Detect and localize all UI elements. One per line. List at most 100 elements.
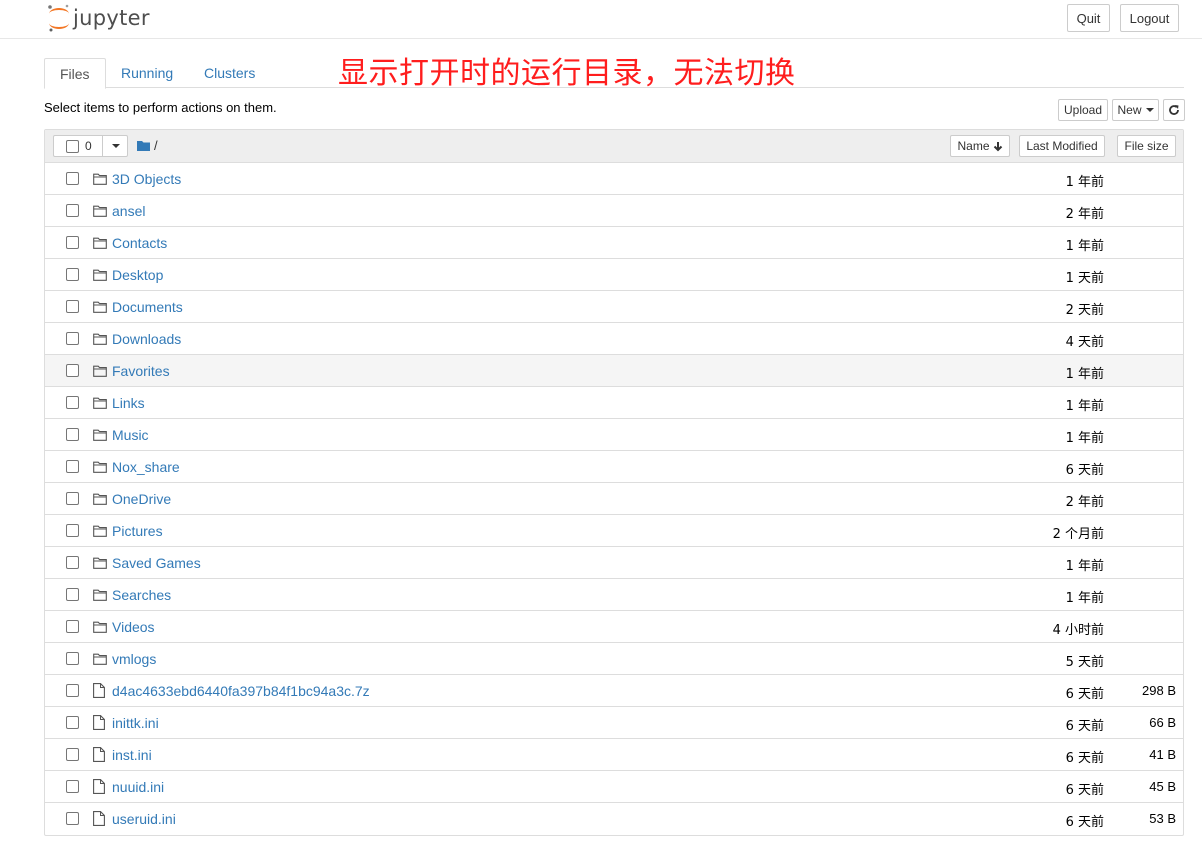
list-item[interactable]: d4ac4633ebd6440fa397b84f1bc94a3c.7z 6 天前… xyxy=(45,675,1183,707)
item-checkbox[interactable] xyxy=(66,812,79,825)
item-checkbox[interactable] xyxy=(66,204,79,217)
item-name-link[interactable]: Pictures xyxy=(112,523,163,539)
list-item[interactable]: Music 1 年前 xyxy=(45,419,1183,451)
chevron-down-icon xyxy=(1145,108,1154,112)
item-name-link[interactable]: Contacts xyxy=(112,235,167,251)
list-item[interactable]: 3D Objects 1 年前 xyxy=(45,163,1183,195)
select-all-group[interactable]: 0 xyxy=(53,135,128,157)
logout-button[interactable]: Logout xyxy=(1120,4,1179,32)
list-item[interactable]: useruid.ini 6 天前 53 B xyxy=(45,803,1183,835)
list-item[interactable]: Desktop 1 天前 xyxy=(45,259,1183,291)
list-item[interactable]: vmlogs 5 天前 xyxy=(45,643,1183,675)
item-name-link[interactable]: OneDrive xyxy=(112,491,171,507)
list-item[interactable]: Downloads 4 天前 xyxy=(45,323,1183,355)
list-header: 0 / Name Last Modified File size xyxy=(45,130,1183,163)
item-modified: 2 年前 xyxy=(1065,207,1104,222)
item-modified: 1 年前 xyxy=(1065,239,1104,254)
sort-by-size-button[interactable]: File size xyxy=(1117,135,1176,157)
item-checkbox[interactable] xyxy=(66,492,79,505)
item-checkbox[interactable] xyxy=(66,236,79,249)
item-checkbox[interactable] xyxy=(66,364,79,377)
file-icon xyxy=(93,683,107,699)
item-modified: 1 天前 xyxy=(1065,271,1104,286)
sort-name-label: Name xyxy=(957,139,990,153)
item-name-link[interactable]: Favorites xyxy=(112,363,170,379)
item-modified: 6 天前 xyxy=(1065,687,1104,702)
item-name-link[interactable]: useruid.ini xyxy=(112,811,176,827)
item-checkbox[interactable] xyxy=(66,780,79,793)
item-size: 53 B xyxy=(1149,811,1176,826)
quit-button[interactable]: Quit xyxy=(1067,4,1110,32)
item-checkbox[interactable] xyxy=(66,396,79,409)
upload-button[interactable]: Upload xyxy=(1058,99,1108,121)
list-item[interactable]: Documents 2 天前 xyxy=(45,291,1183,323)
item-name-link[interactable]: Downloads xyxy=(112,331,181,347)
item-checkbox[interactable] xyxy=(66,620,79,633)
list-item[interactable]: nuuid.ini 6 天前 45 B xyxy=(45,771,1183,803)
item-size: 45 B xyxy=(1149,779,1176,794)
tab-files[interactable]: Files xyxy=(44,58,106,89)
jupyter-logo[interactable]: jupyter xyxy=(46,3,150,33)
item-name-link[interactable]: Music xyxy=(112,427,149,443)
item-name-link[interactable]: Documents xyxy=(112,299,183,315)
item-checkbox[interactable] xyxy=(66,172,79,185)
item-checkbox[interactable] xyxy=(66,524,79,537)
list-item[interactable]: Pictures 2 个月前 xyxy=(45,515,1183,547)
list-item[interactable]: Nox_share 6 天前 xyxy=(45,451,1183,483)
chevron-down-icon xyxy=(111,144,120,148)
item-name-link[interactable]: nuuid.ini xyxy=(112,779,164,795)
list-item[interactable]: Links 1 年前 xyxy=(45,387,1183,419)
list-item[interactable]: OneDrive 2 年前 xyxy=(45,483,1183,515)
sort-by-name-button[interactable]: Name xyxy=(950,135,1010,157)
item-name-link[interactable]: inittk.ini xyxy=(112,715,159,731)
item-name-link[interactable]: Saved Games xyxy=(112,555,201,571)
item-modified: 1 年前 xyxy=(1065,367,1104,382)
tab-running[interactable]: Running xyxy=(106,58,188,88)
arrow-down-icon xyxy=(993,141,1002,151)
tab-clusters[interactable]: Clusters xyxy=(189,58,270,88)
item-checkbox[interactable] xyxy=(66,428,79,441)
item-name-link[interactable]: Videos xyxy=(112,619,155,635)
item-checkbox[interactable] xyxy=(66,460,79,473)
item-name-link[interactable]: d4ac4633ebd6440fa397b84f1bc94a3c.7z xyxy=(112,683,370,699)
item-modified: 2 天前 xyxy=(1065,303,1104,318)
item-name-link[interactable]: Desktop xyxy=(112,267,163,283)
item-checkbox[interactable] xyxy=(66,588,79,601)
item-name-link[interactable]: vmlogs xyxy=(112,651,156,667)
item-checkbox[interactable] xyxy=(66,652,79,665)
select-all-checkbox[interactable] xyxy=(66,139,79,153)
item-checkbox[interactable] xyxy=(66,268,79,281)
select-menu-toggle[interactable] xyxy=(102,136,128,156)
item-name-link[interactable]: 3D Objects xyxy=(112,171,181,187)
list-item[interactable]: Videos 4 小时前 xyxy=(45,611,1183,643)
item-modified: 6 天前 xyxy=(1065,783,1104,798)
refresh-icon xyxy=(1169,105,1179,115)
item-name-link[interactable]: inst.ini xyxy=(112,747,152,763)
item-checkbox[interactable] xyxy=(66,556,79,569)
item-checkbox[interactable] xyxy=(66,300,79,313)
item-name-link[interactable]: Searches xyxy=(112,587,171,603)
item-checkbox[interactable] xyxy=(66,684,79,697)
new-dropdown-button[interactable]: New xyxy=(1112,99,1159,121)
item-modified: 1 年前 xyxy=(1065,431,1104,446)
item-checkbox[interactable] xyxy=(66,332,79,345)
item-name-link[interactable]: Links xyxy=(112,395,145,411)
item-name-link[interactable]: ansel xyxy=(112,203,145,219)
header-bar: jupyter Quit Logout xyxy=(0,0,1202,39)
list-item[interactable]: Saved Games 1 年前 xyxy=(45,547,1183,579)
item-name-link[interactable]: Nox_share xyxy=(112,459,180,475)
item-checkbox[interactable] xyxy=(66,748,79,761)
item-checkbox[interactable] xyxy=(66,716,79,729)
item-modified: 6 天前 xyxy=(1065,751,1104,766)
breadcrumb-root[interactable]: / xyxy=(154,138,158,153)
list-item[interactable]: ansel 2 年前 xyxy=(45,195,1183,227)
list-item[interactable]: inittk.ini 6 天前 66 B xyxy=(45,707,1183,739)
list-item[interactable]: Contacts 1 年前 xyxy=(45,227,1183,259)
list-item[interactable]: Favorites 1 年前 xyxy=(45,355,1183,387)
refresh-button[interactable] xyxy=(1163,99,1185,121)
list-item[interactable]: inst.ini 6 天前 41 B xyxy=(45,739,1183,771)
list-item[interactable]: Searches 1 年前 xyxy=(45,579,1183,611)
breadcrumb[interactable]: / xyxy=(137,138,158,153)
sort-by-modified-button[interactable]: Last Modified xyxy=(1019,135,1105,157)
item-size: 66 B xyxy=(1149,715,1176,730)
